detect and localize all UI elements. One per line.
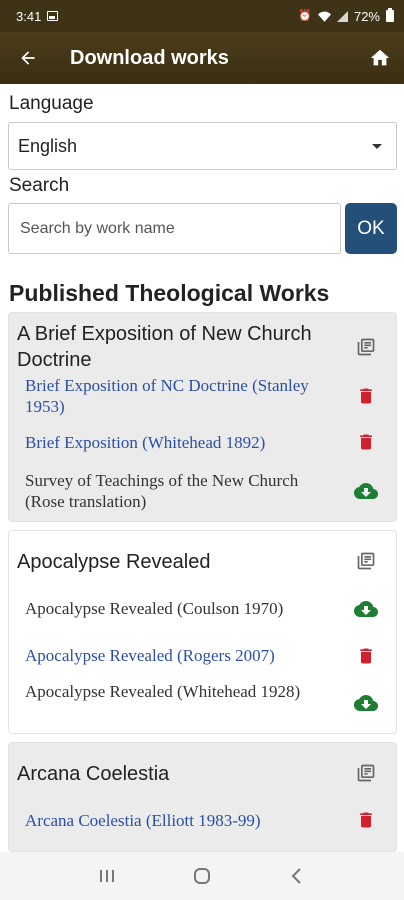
trash-icon xyxy=(360,388,372,404)
download-button[interactable] xyxy=(354,691,378,715)
cloud-download-icon xyxy=(354,483,378,499)
delete-button[interactable] xyxy=(354,384,378,408)
wifi-icon xyxy=(317,11,331,22)
battery-level: 72% xyxy=(353,8,380,24)
delete-button[interactable] xyxy=(354,644,378,668)
status-time: 3:41 xyxy=(16,8,42,24)
back-nav-icon[interactable] xyxy=(287,866,307,886)
recent-apps-icon[interactable] xyxy=(97,867,117,885)
work-item: Apocalypse Revealed (Whitehead 1928) xyxy=(25,682,301,701)
page-title: Download works xyxy=(70,46,229,69)
download-button[interactable] xyxy=(354,597,378,621)
trash-icon xyxy=(360,648,372,664)
cloud-download-icon xyxy=(354,695,378,711)
work-group-card: Apocalypse Revealed Apocalypse Revealed … xyxy=(8,530,397,734)
language-select[interactable]: English xyxy=(8,122,397,170)
library-books-icon[interactable] xyxy=(356,763,376,783)
section-title: Published Theological Works xyxy=(9,280,330,306)
work-group-card: A Brief Exposition of New Church Doctrin… xyxy=(8,312,397,522)
search-label: Search xyxy=(9,175,70,196)
home-icon xyxy=(370,49,390,66)
work-group-card: Arcana Coelestia Arcana Coelestia (Ellio… xyxy=(8,742,397,852)
alarm-icon: ⏰ xyxy=(298,9,312,22)
work-item: Apocalypse Revealed (Coulson 1970) xyxy=(25,599,284,618)
work-item-link[interactable]: Apocalypse Revealed (Rogers 2007) xyxy=(25,645,325,666)
language-selected-value: English xyxy=(18,135,78,156)
home-circle-icon[interactable] xyxy=(192,866,212,886)
home-button[interactable] xyxy=(356,32,404,84)
work-item-link[interactable]: Arcana Coelestia (Elliott 1983-99) xyxy=(25,810,325,831)
app-bar: Download works xyxy=(0,32,404,84)
work-item-link[interactable]: Brief Exposition (Whitehead 1892) xyxy=(25,432,325,453)
trash-icon xyxy=(360,812,372,828)
chevron-down-icon xyxy=(372,144,382,149)
cloud-download-icon xyxy=(354,601,378,617)
search-input[interactable] xyxy=(8,203,341,254)
signal-icon xyxy=(336,10,348,22)
library-books-icon[interactable] xyxy=(356,551,376,571)
language-label: Language xyxy=(9,93,94,114)
back-button[interactable] xyxy=(0,32,56,84)
work-group-title: Arcana Coelestia xyxy=(17,763,170,785)
work-item-link[interactable]: Brief Exposition of NC Doctrine (Stanley… xyxy=(25,375,325,417)
work-group-title: Apocalypse Revealed xyxy=(17,551,211,573)
battery-icon xyxy=(386,8,394,22)
download-button[interactable] xyxy=(354,479,378,503)
system-nav-bar xyxy=(0,852,404,900)
library-books-icon[interactable] xyxy=(356,337,376,357)
status-bar: 3:41 ⏰ 72% xyxy=(0,0,404,32)
ok-button[interactable]: OK xyxy=(345,203,397,254)
trash-icon xyxy=(360,434,372,450)
arrow-left-icon xyxy=(21,51,35,65)
delete-button[interactable] xyxy=(354,430,378,454)
gallery-notification-icon xyxy=(47,11,59,21)
work-item: Survey of Teachings of the New Church (R… xyxy=(25,471,299,511)
delete-button[interactable] xyxy=(354,808,378,832)
work-group-title: A Brief Exposition of New Church Doctrin… xyxy=(17,323,312,371)
